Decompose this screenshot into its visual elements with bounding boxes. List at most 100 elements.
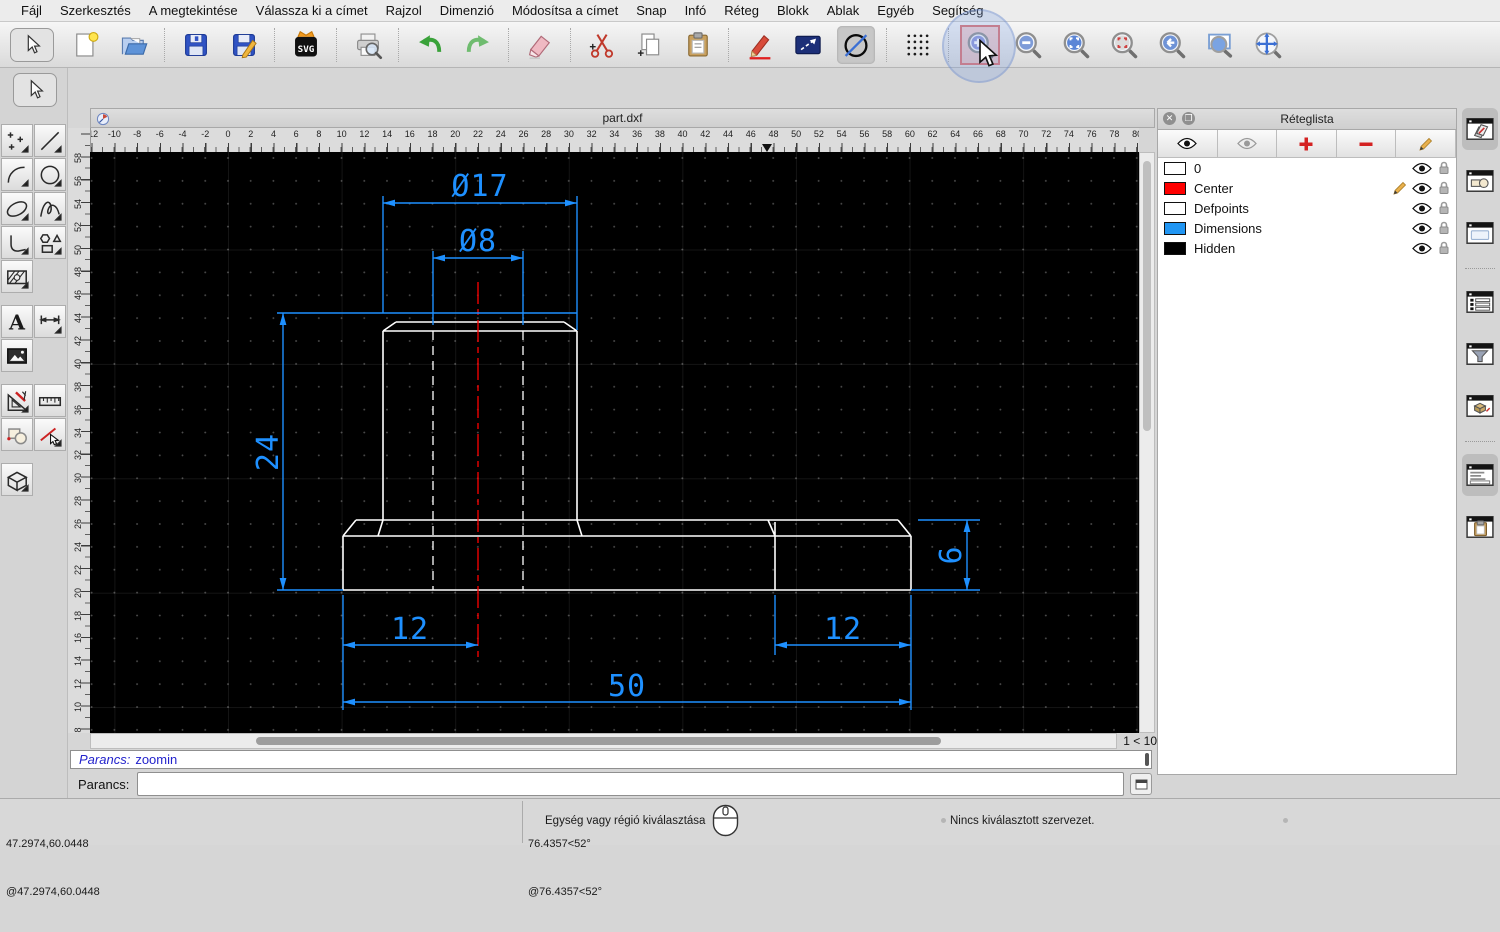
layer-visibility-icon[interactable] xyxy=(1412,202,1432,215)
detach-command-widget-button[interactable] xyxy=(1130,773,1152,795)
menu-válassza-ki-a-címet[interactable]: Válassza ki a címet xyxy=(247,3,377,18)
select-pointer-button[interactable] xyxy=(10,27,54,62)
zoom-pan-button[interactable] xyxy=(1249,26,1287,64)
edit-layer-button[interactable] xyxy=(1396,130,1456,157)
save-as-button[interactable] xyxy=(225,26,263,64)
zoom-out-button[interactable] xyxy=(1009,26,1047,64)
dock-clipboard-button[interactable] xyxy=(1462,506,1498,548)
layer-lock-icon[interactable] xyxy=(1438,161,1450,175)
add-layer-button[interactable] xyxy=(1277,130,1337,157)
new-file-button[interactable] xyxy=(67,26,105,64)
menu-blokk[interactable]: Blokk xyxy=(768,3,818,18)
save-button[interactable] xyxy=(177,26,215,64)
points-tool-button[interactable] xyxy=(1,124,33,157)
close-icon[interactable]: ✕ xyxy=(1163,112,1176,125)
layer-lock-icon[interactable] xyxy=(1438,181,1450,195)
measure-tool-button[interactable] xyxy=(34,384,66,417)
polyline-tool-button[interactable] xyxy=(1,226,33,259)
dimension-tool-button[interactable] xyxy=(34,305,66,338)
polygon-tool-button[interactable] xyxy=(34,226,66,259)
zoom-back-button[interactable] xyxy=(1153,26,1191,64)
dock-entity-list-button[interactable] xyxy=(1462,281,1498,323)
text-tool-button[interactable]: A xyxy=(1,305,33,338)
layer-color-swatch[interactable] xyxy=(1164,241,1186,255)
layer-visibility-icon[interactable] xyxy=(1412,222,1432,235)
layer-lock-icon[interactable] xyxy=(1438,201,1450,215)
cut-button[interactable] xyxy=(583,26,621,64)
solid-3d-tool-button[interactable] xyxy=(1,463,33,496)
menu-rajzol[interactable]: Rajzol xyxy=(377,3,431,18)
paste-button[interactable] xyxy=(679,26,717,64)
zoom-auto-button[interactable] xyxy=(1057,26,1095,64)
layer-visibility-icon[interactable] xyxy=(1412,242,1432,255)
dock-block-list-button[interactable] xyxy=(1462,160,1498,202)
layer-lock-icon[interactable] xyxy=(1438,221,1450,235)
print-preview-button[interactable] xyxy=(349,26,387,64)
arc-tool-button[interactable] xyxy=(1,158,33,191)
layer-row-dimensions[interactable]: Dimensions xyxy=(1158,218,1456,238)
select-window-button[interactable] xyxy=(789,26,827,64)
drawing-window-titlebar[interactable]: part.dxf xyxy=(90,108,1155,128)
copy-button[interactable] xyxy=(631,26,669,64)
zoom-in-button[interactable] xyxy=(942,8,1016,83)
layer-row-center[interactable]: Center xyxy=(1158,178,1456,198)
history-scrollbar-thumb[interactable] xyxy=(1145,753,1149,766)
dock-command-line-button[interactable] xyxy=(1462,454,1498,496)
show-all-layers-button[interactable] xyxy=(1158,130,1218,157)
open-file-button[interactable] xyxy=(115,26,153,64)
menu-módosítsa-a-címet[interactable]: Módosítsa a címet xyxy=(503,3,627,18)
remove-layer-button[interactable] xyxy=(1336,130,1397,157)
line-tool-button[interactable] xyxy=(34,124,66,157)
select-entity-tool-button[interactable] xyxy=(34,418,66,451)
horizontal-scrollbar[interactable] xyxy=(90,733,1117,749)
redo-button[interactable] xyxy=(459,26,497,64)
menu-réteg[interactable]: Réteg xyxy=(715,3,768,18)
dock-layer-list-button[interactable] xyxy=(1462,108,1498,150)
export-svg-button[interactable]: SVG xyxy=(287,26,325,64)
menu-segítség[interactable]: Segítség xyxy=(923,3,992,18)
command-input[interactable] xyxy=(137,772,1124,796)
layer-color-swatch[interactable] xyxy=(1164,221,1186,235)
undo-button[interactable] xyxy=(411,26,449,64)
layer-visibility-icon[interactable] xyxy=(1412,182,1432,195)
layer-color-swatch[interactable] xyxy=(1164,181,1186,195)
grid-button[interactable] xyxy=(899,26,937,64)
layer-visibility-icon[interactable] xyxy=(1412,162,1432,175)
delete-button[interactable] xyxy=(521,26,559,64)
ellipse-tool-button[interactable] xyxy=(1,192,33,225)
vertical-scrollbar[interactable] xyxy=(1139,152,1155,733)
dock-block-insert-button[interactable] xyxy=(1462,385,1498,427)
dock-selection-filter-button[interactable] xyxy=(1462,333,1498,375)
layer-row-defpoints[interactable]: Defpoints xyxy=(1158,198,1456,218)
select-pointer-button-2[interactable] xyxy=(13,73,57,107)
hide-all-layers-button[interactable] xyxy=(1217,130,1278,157)
menu-snap[interactable]: Snap xyxy=(627,3,675,18)
menu-a-megtekintése[interactable]: A megtekintése xyxy=(140,3,247,18)
dock-library-browser-button[interactable] xyxy=(1462,212,1498,254)
info-tool-button[interactable] xyxy=(1,418,33,451)
layer-lock-icon[interactable] xyxy=(1438,241,1450,255)
spline-tool-button[interactable] xyxy=(34,192,66,225)
menu-ablak[interactable]: Ablak xyxy=(818,3,869,18)
menu-egyéb[interactable]: Egyéb xyxy=(868,3,923,18)
menu-dimenzió[interactable]: Dimenzió xyxy=(431,3,503,18)
drawing-canvas[interactable]: Ø17 Ø8 24 6 12 12 50 xyxy=(90,152,1139,733)
layer-color-swatch[interactable] xyxy=(1164,201,1186,215)
layer-row-hidden[interactable]: Hidden xyxy=(1158,238,1456,258)
zoom-window-button[interactable] xyxy=(1201,26,1239,64)
pen-attributes-button[interactable] xyxy=(741,26,779,64)
image-tool-button[interactable] xyxy=(1,339,33,372)
modify-tool-button[interactable] xyxy=(1,384,33,417)
zoom-previous-button[interactable] xyxy=(1105,26,1143,64)
menu-fájl[interactable]: Fájl xyxy=(12,3,51,18)
menu-szerkesztés[interactable]: Szerkesztés xyxy=(51,3,140,18)
float-panel-icon[interactable]: ❐ xyxy=(1182,112,1195,125)
circle-tool-button[interactable] xyxy=(34,158,66,191)
layer-color-swatch[interactable] xyxy=(1164,161,1186,175)
circle-tool-button[interactable] xyxy=(837,25,875,64)
hatch-tool-button[interactable] xyxy=(1,260,33,293)
menu-infó[interactable]: Infó xyxy=(676,3,716,18)
vertical-scrollbar-thumb[interactable] xyxy=(1143,161,1151,431)
layer-row-0[interactable]: 0 xyxy=(1158,158,1456,178)
horizontal-scrollbar-thumb[interactable] xyxy=(256,737,941,745)
